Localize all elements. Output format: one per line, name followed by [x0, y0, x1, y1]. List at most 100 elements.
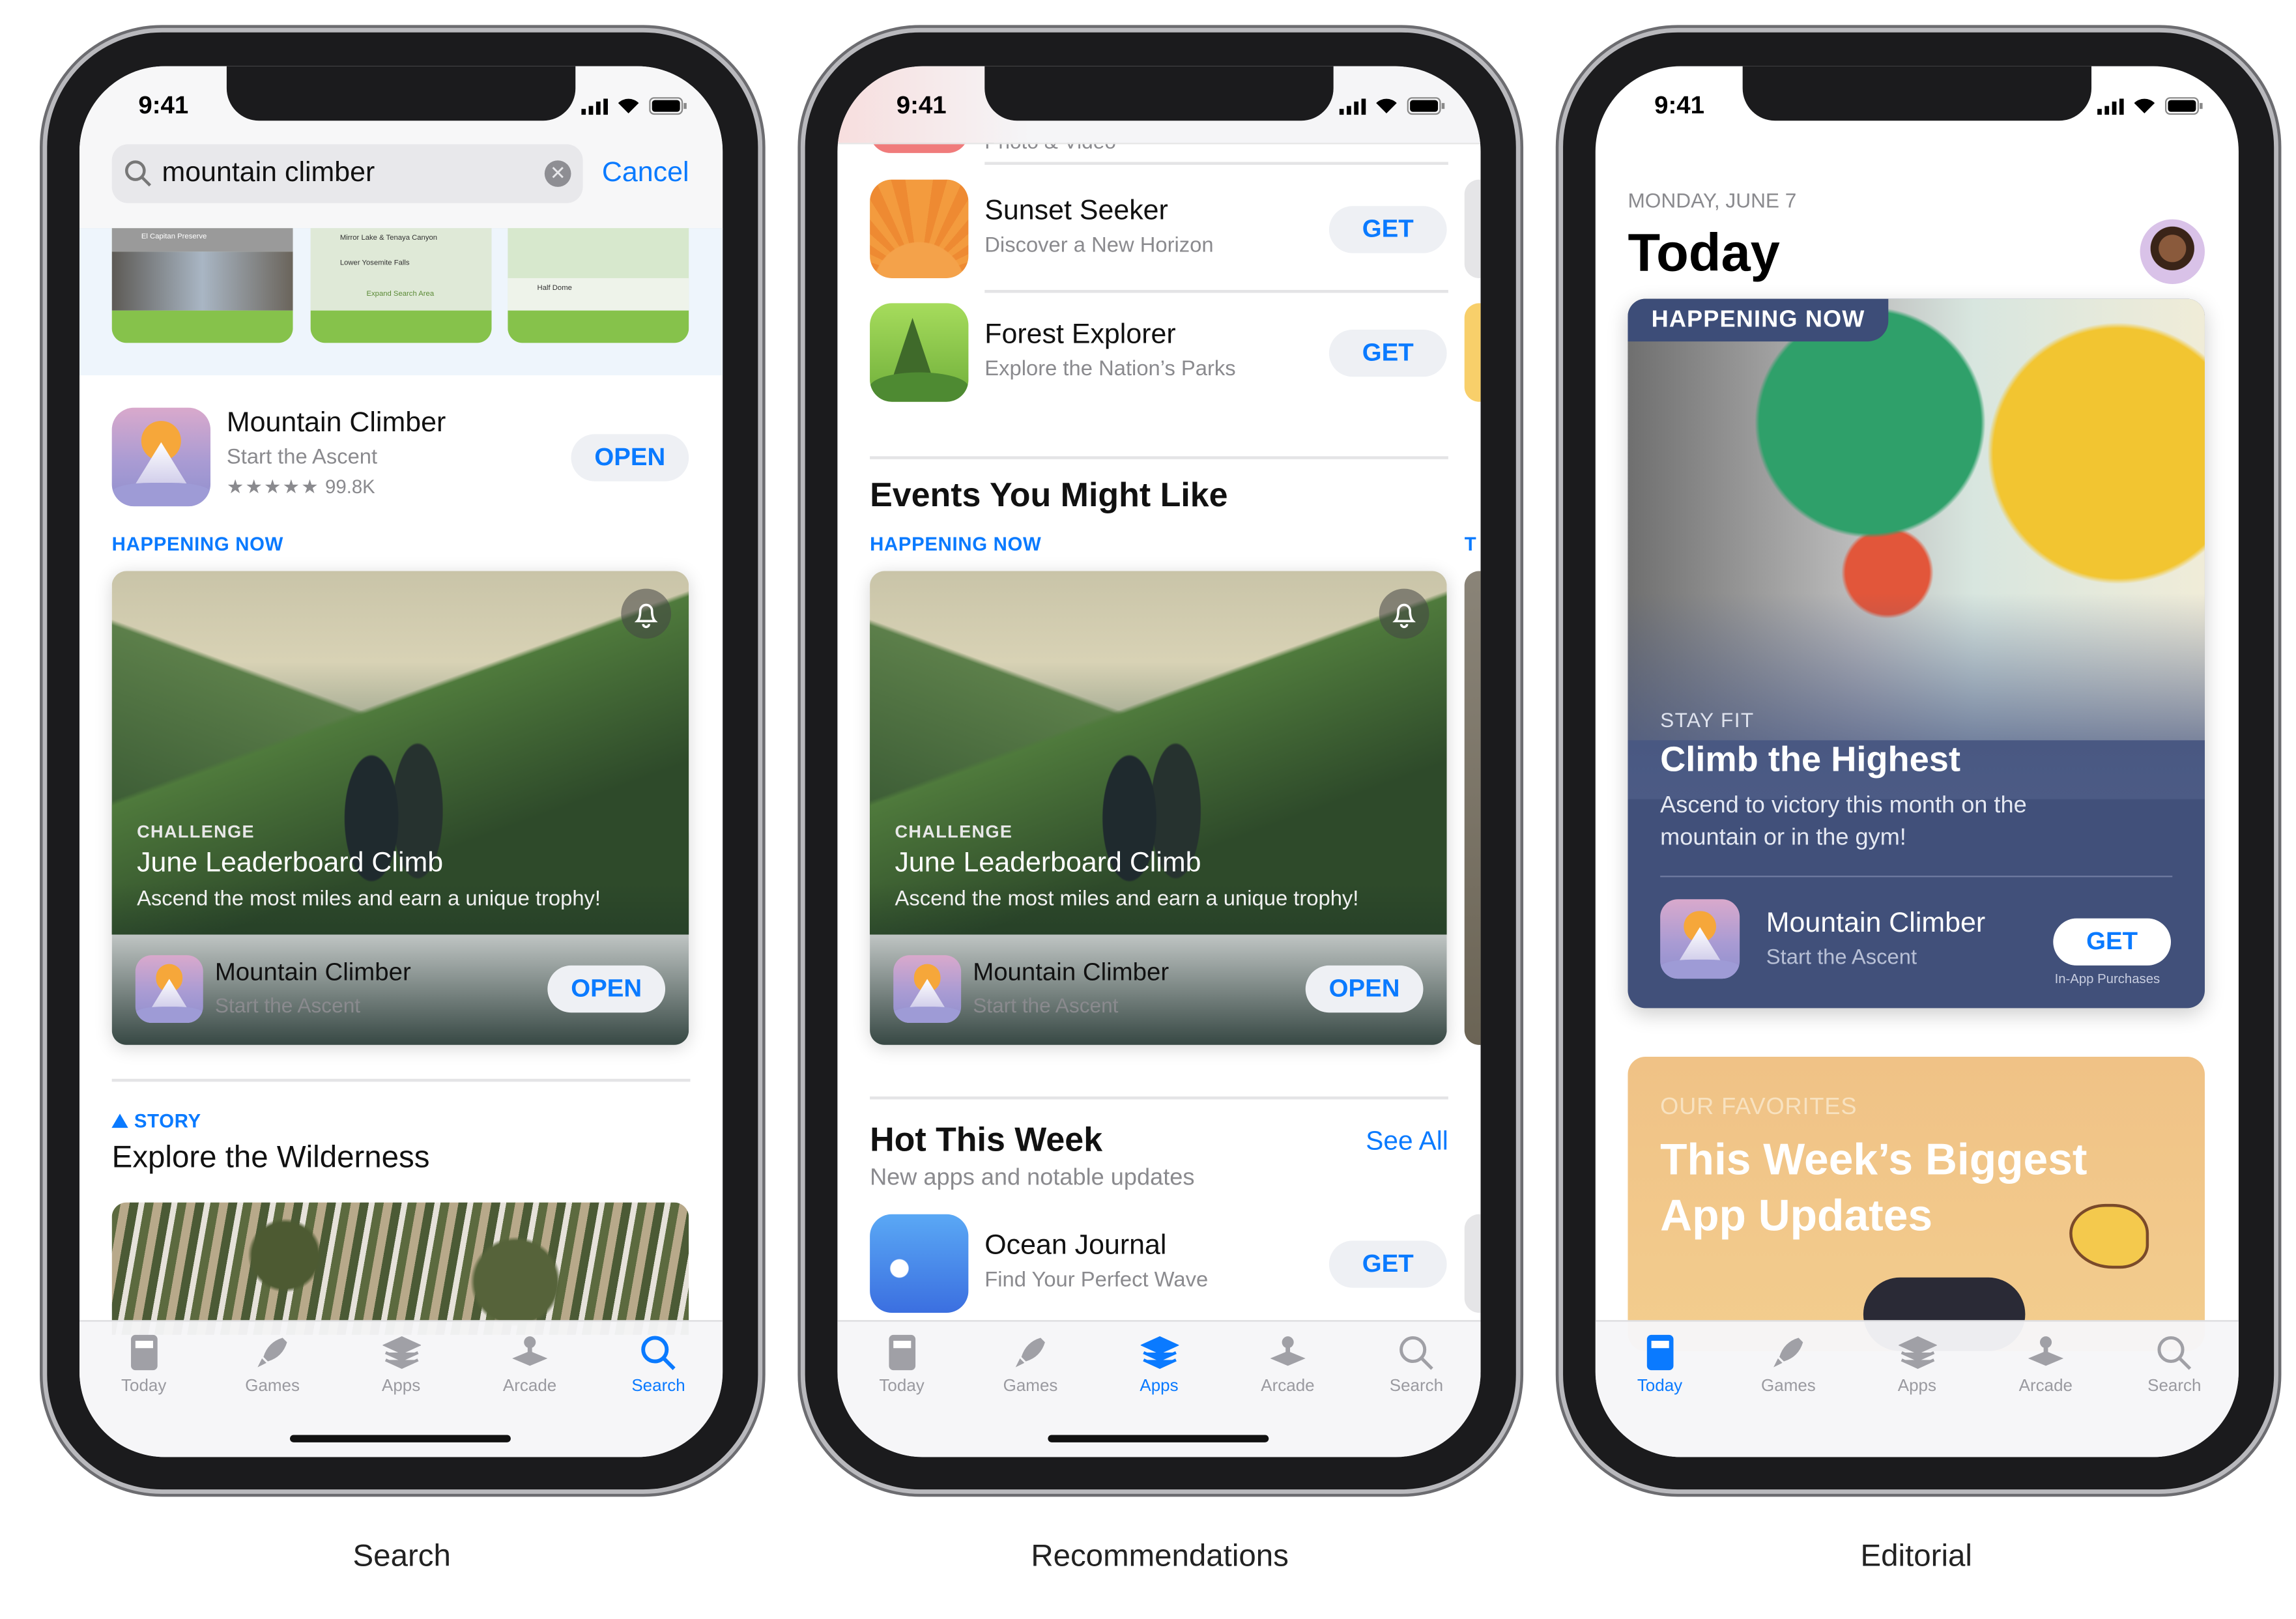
event-app-name: Mountain Climber	[973, 958, 1170, 986]
screenshot-2[interactable]: Mirror Lake & Tenaya Canyon Lower Yosemi…	[310, 228, 492, 343]
app-subtitle: Start the Ascent	[226, 446, 378, 470]
signal-icon	[2097, 96, 2124, 122]
thumb-item: Mirror Lake & Tenaya Canyon	[339, 234, 438, 243]
tab-search[interactable]: Search	[2110, 1322, 2239, 1457]
app-name[interactable]: Mountain Climber	[227, 408, 446, 440]
tab-today[interactable]: Today	[1596, 1322, 1724, 1457]
phone-search: 9:41 mountain climber ✕ Cancel El Capita…	[47, 32, 758, 1490]
see-all-link[interactable]: See All	[1366, 1126, 1448, 1156]
bell-icon[interactable]	[621, 588, 672, 639]
screenshot-3[interactable]: Half Dome	[508, 228, 689, 343]
in-app-purchases-label: In-App Purchases	[2054, 971, 2160, 986]
search-screen: 9:41 mountain climber ✕ Cancel El Capita…	[79, 66, 723, 1457]
get-button[interactable]: GET	[2053, 918, 2172, 966]
status-time: 9:41	[1654, 91, 1704, 119]
card-title: Climb the Highest	[1660, 740, 1961, 781]
event-kicker: CHALLENGE	[137, 821, 255, 842]
event-app-name: Mountain Climber	[214, 958, 411, 986]
happening-now-label: HAPPENING NOW	[111, 532, 284, 555]
event-card[interactable]: CHALLENGE June Leaderboard Climb Ascend …	[111, 571, 689, 1045]
story-image[interactable]	[111, 1202, 689, 1335]
event-description: Ascend the most miles and earn a unique …	[895, 887, 1359, 911]
get-button[interactable]: GET	[1328, 1240, 1447, 1288]
tab-search[interactable]: Search	[1352, 1322, 1480, 1457]
tab-apps[interactable]: Apps	[1853, 1322, 1981, 1457]
ocean-journal-app-icon[interactable]	[870, 1214, 969, 1313]
clear-icon[interactable]: ✕	[544, 160, 571, 187]
star-rating: ★★★★★	[226, 475, 320, 498]
bell-icon[interactable]	[1379, 588, 1429, 639]
signal-icon	[1339, 96, 1366, 122]
notch	[984, 66, 1334, 121]
mountain-climber-app-icon	[1660, 899, 1740, 979]
get-button[interactable]: GET	[1328, 330, 1447, 377]
app-subtitle: Find Your Perfect Wave	[984, 1268, 1209, 1293]
next-event-label: T	[1464, 532, 1477, 555]
happening-now-tag: HAPPENING NOW	[1628, 298, 1889, 342]
wifi-icon	[617, 96, 640, 122]
home-indicator	[1048, 1435, 1269, 1442]
page-title: Today	[1628, 222, 1780, 283]
tab-arcade[interactable]: Arcade	[1981, 1322, 2110, 1457]
battery-icon	[649, 96, 687, 122]
open-button[interactable]: OPEN	[571, 434, 689, 481]
event-title: June Leaderboard Climb	[137, 848, 444, 879]
event-kicker: CHALLENGE	[895, 821, 1013, 842]
event-app-subtitle: Start the Ascent	[973, 993, 1119, 1017]
app-name[interactable]: Forest Explorer	[984, 319, 1235, 352]
event-app-subtitle: Start the Ascent	[214, 993, 361, 1017]
open-button[interactable]: OPEN	[1305, 965, 1424, 1013]
recommendations-screen: 9:41 Photo & Video Sunset SeekerDiscover…	[837, 66, 1481, 1457]
card-kicker: STAY FIT	[1660, 708, 1755, 732]
status-time: 9:41	[896, 91, 947, 119]
tab-games[interactable]: Games	[1724, 1322, 1852, 1457]
mountain-climber-app-icon[interactable]	[111, 407, 211, 507]
cancel-button[interactable]: Cancel	[602, 158, 689, 190]
next-event-card[interactable]	[1464, 571, 1481, 1045]
tab-bar: Today Games Apps Arcade Search	[1595, 1320, 2239, 1457]
app-name[interactable]: Sunset Seeker	[984, 195, 1213, 228]
phone-recommendations: 9:41 Photo & Video Sunset SeekerDiscover…	[805, 32, 1516, 1490]
sunset-seeker-app-icon[interactable]	[870, 179, 969, 278]
forest-explorer-app-icon[interactable]	[870, 303, 969, 402]
wifi-icon	[2132, 96, 2156, 122]
caption-editorial: Editorial	[1860, 1539, 1972, 1573]
battery-icon	[1407, 96, 1446, 122]
story-title[interactable]: Explore the Wilderness	[112, 1141, 430, 1176]
avatar[interactable]	[2140, 219, 2205, 284]
thumb-button: Expand Search Area	[366, 290, 435, 299]
thumb-item: Lower Yosemite Falls	[339, 259, 410, 268]
thumb-title: El Capitan Preserve	[141, 232, 207, 242]
search-query: mountain climber	[162, 157, 375, 189]
tab-today[interactable]: Today	[837, 1322, 966, 1457]
card-description: Ascend to victory this month on the moun…	[1660, 793, 2027, 851]
editorial-card-favorites[interactable]: OUR FAVORITES This Week’s Biggest App Up…	[1628, 1056, 2205, 1351]
tab-today[interactable]: Today	[79, 1322, 208, 1457]
tab-search[interactable]: Search	[594, 1322, 723, 1457]
get-button[interactable]: GET	[1328, 206, 1447, 253]
open-button[interactable]: OPEN	[547, 965, 666, 1013]
wifi-icon	[1375, 96, 1398, 122]
battery-icon	[2164, 96, 2203, 122]
hot-subtitle: New apps and notable updates	[870, 1166, 1195, 1191]
notch	[226, 66, 576, 121]
notch	[1742, 66, 2092, 121]
screenshot-1[interactable]: El Capitan Preserve	[111, 228, 293, 343]
events-heading: Events You Might Like	[870, 475, 1228, 514]
app-name[interactable]: Ocean Journal	[984, 1231, 1208, 1263]
editorial-card-climb[interactable]: HAPPENING NOW STAY FIT Climb the Highest…	[1628, 298, 2205, 1009]
hot-heading: Hot This Week	[870, 1120, 1103, 1158]
search-input[interactable]: mountain climber ✕	[111, 144, 583, 203]
mountain-climber-app-icon	[135, 955, 203, 1024]
event-description: Ascend the most miles and earn a unique …	[137, 887, 601, 911]
story-label: ⛰ STORY	[111, 1110, 201, 1132]
rating-count: 99.8K	[325, 475, 375, 498]
event-card[interactable]: CHALLENGE June Leaderboard Climb Ascend …	[870, 571, 1447, 1045]
card-app-name: Mountain Climber	[1766, 908, 1986, 939]
phone-editorial: 9:41 MONDAY, JUNE 7 Today HAPPENING NOW …	[1563, 32, 2274, 1490]
app-subtitle: Explore the Nation’s Parks	[984, 357, 1236, 382]
happening-now-label: HAPPENING NOW	[870, 532, 1042, 555]
card-kicker: OUR FAVORITES	[1660, 1095, 1858, 1121]
mountain-climber-app-icon	[893, 955, 962, 1024]
app-subtitle: Discover a New Horizon	[984, 234, 1214, 258]
